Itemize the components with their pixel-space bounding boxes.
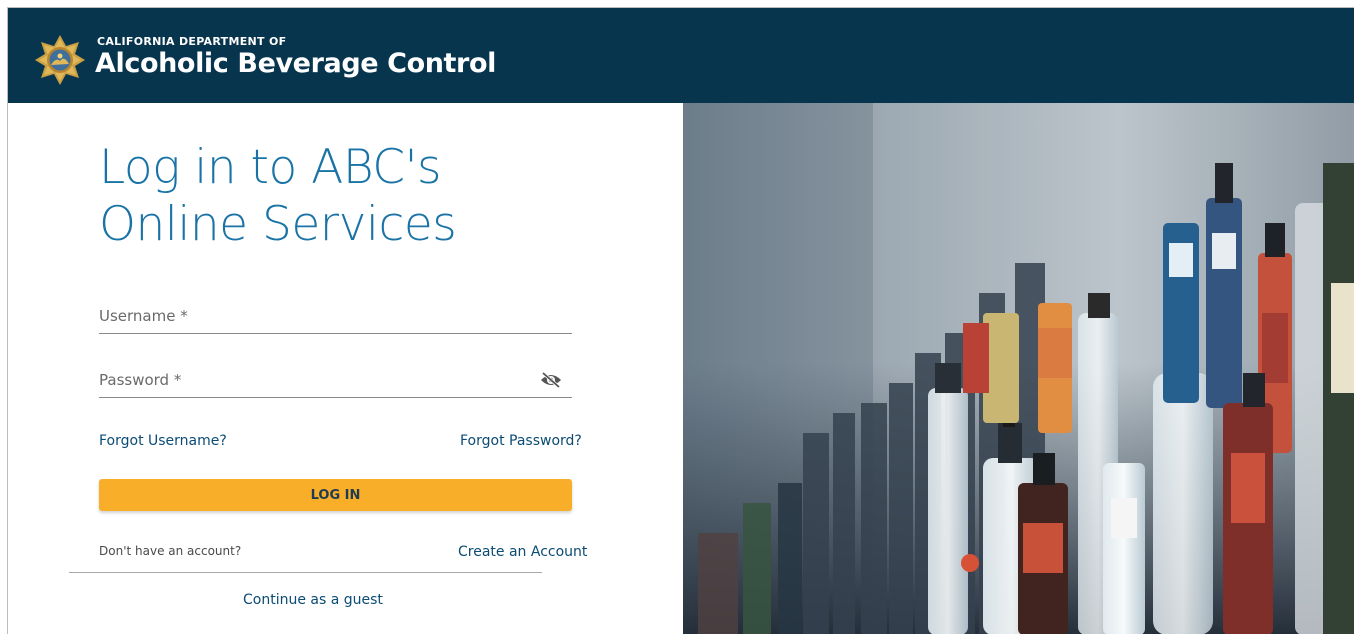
california-seal-icon[interactable]: [34, 34, 86, 86]
username-input[interactable]: [99, 301, 572, 331]
liquor-bottles-photo: [683, 103, 1354, 634]
agency-name[interactable]: Alcoholic Beverage Control: [95, 48, 496, 79]
password-field: [99, 365, 572, 398]
create-account-link[interactable]: Create an Account: [458, 544, 587, 560]
password-input[interactable]: [99, 365, 572, 395]
forgot-password-link[interactable]: Forgot Password?: [460, 433, 582, 449]
guest-link[interactable]: Continue as a guest: [243, 592, 383, 608]
username-field: [99, 301, 572, 334]
login-panel: Log in to ABC's Online Services Forgot U…: [8, 103, 683, 634]
no-account-text: Don't have an account?: [99, 544, 242, 558]
forgot-username-link[interactable]: Forgot Username?: [99, 433, 227, 449]
page-frame: CALIFORNIA DEPARTMENT OF Alcoholic Bever…: [7, 7, 1354, 634]
department-label: CALIFORNIA DEPARTMENT OF: [97, 35, 287, 48]
page-title: Log in to ABC's Online Services: [99, 139, 457, 253]
site-header: CALIFORNIA DEPARTMENT OF Alcoholic Bever…: [8, 8, 1354, 103]
login-button[interactable]: LOG IN: [99, 479, 572, 511]
eye-off-icon[interactable]: [540, 371, 562, 389]
title-line-1: Log in to ABC's: [99, 140, 442, 195]
title-line-2: Online Services: [99, 197, 457, 252]
hero-image: [683, 103, 1354, 634]
divider: [69, 572, 542, 573]
